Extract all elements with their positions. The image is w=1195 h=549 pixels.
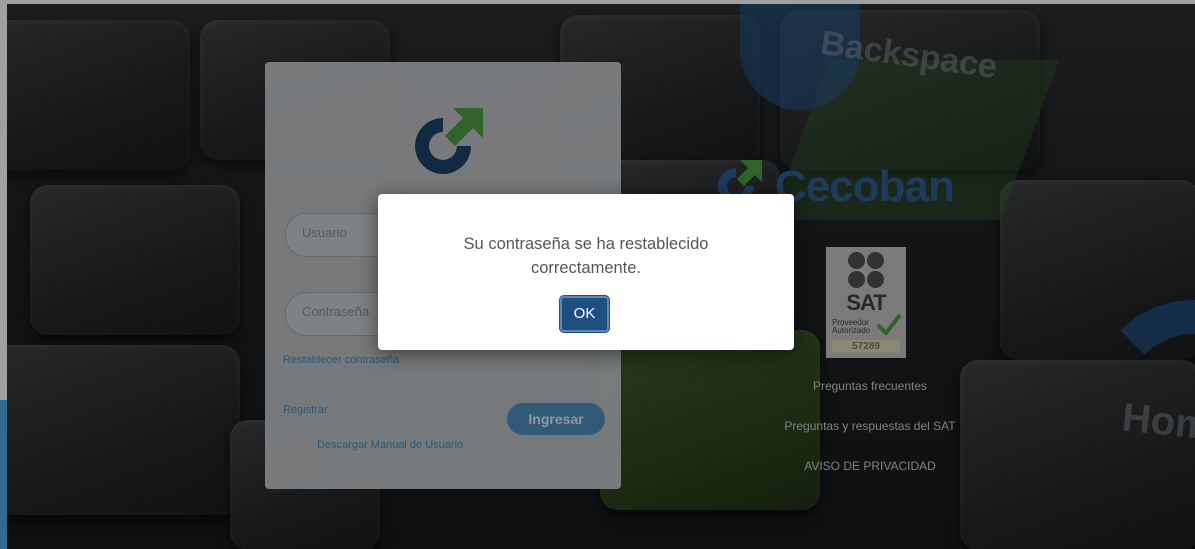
ok-button[interactable]: OK: [560, 296, 609, 332]
success-dialog: Su contraseña se ha restablecido correct…: [378, 194, 794, 350]
dialog-message: Su contraseña se ha restablecido correct…: [463, 235, 709, 277]
